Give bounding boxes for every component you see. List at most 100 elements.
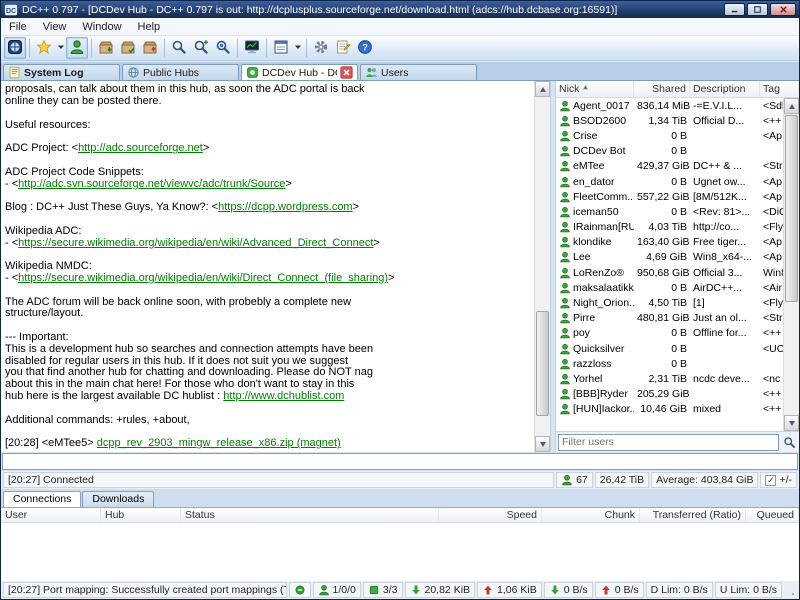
transfer-tab-connections[interactable]: Connections bbox=[3, 491, 82, 507]
public-hubs-icon bbox=[7, 39, 23, 58]
user-row[interactable]: DCDev Bot 0 B bbox=[556, 144, 783, 159]
scroll-thumb[interactable] bbox=[536, 310, 549, 416]
close-button[interactable] bbox=[770, 3, 796, 16]
chat-link[interactable]: https://secure.wikimedia.org/wikipedia/e… bbox=[18, 238, 373, 249]
finished-uploads-button[interactable] bbox=[139, 37, 161, 59]
chat-line: structure/layout. bbox=[5, 308, 532, 320]
tab-users[interactable]: Users bbox=[360, 64, 477, 80]
search-button[interactable] bbox=[168, 37, 190, 59]
menu-view[interactable]: View bbox=[35, 19, 75, 35]
transfers-header-chunk[interactable]: Chunk bbox=[542, 508, 640, 522]
notepad-button[interactable] bbox=[332, 37, 354, 59]
scroll-up-button[interactable] bbox=[784, 98, 799, 114]
user-row[interactable]: Agent_0017 836,14 MiB -=E.V.I.L... <Sdl bbox=[556, 98, 783, 113]
user-row[interactable]: Lee 4,69 GiB Win8_x64-... <Ap bbox=[556, 250, 783, 265]
user-row[interactable]: Night_Orion... 4,50 TiB [1] <Fly bbox=[556, 295, 783, 310]
close-icon[interactable] bbox=[340, 66, 353, 79]
user-row[interactable]: [HUN]Iackor... 10,46 GiB mixed <++ bbox=[556, 402, 783, 417]
favorite-hubs-button[interactable] bbox=[33, 37, 55, 59]
transfers-header-transferred-ratio[interactable]: Transferred (Ratio) bbox=[640, 508, 746, 522]
chat-line: [20:28] <eMTee5> dcpp_rev_2903_mingw_rel… bbox=[5, 438, 532, 450]
user-description: Official D... bbox=[693, 114, 745, 127]
user-description: [1] bbox=[693, 297, 705, 310]
user-row[interactable]: eMTee 429,37 GiB DC++ & ... <Str bbox=[556, 159, 783, 174]
userlist-header-description[interactable]: Description bbox=[690, 81, 760, 97]
user-row[interactable]: LoRenZo® 950,68 GiBOfficial 3... Win8 bbox=[556, 265, 783, 280]
favorite-users-button[interactable] bbox=[66, 37, 88, 59]
transfers-header-hub[interactable]: Hub bbox=[101, 508, 181, 522]
user-row[interactable]: iceman50 0 B <Rev: 81>... <DiC bbox=[556, 204, 783, 219]
finished-downloads-button[interactable] bbox=[117, 37, 139, 59]
whats-this-button[interactable]: ? bbox=[354, 37, 376, 59]
user-row[interactable]: Crise 0 B <Ap bbox=[556, 128, 783, 143]
chat-link[interactable]: dcpp_rev_2903_mingw_release_x86.zip (mag… bbox=[97, 438, 341, 449]
chat-message-input[interactable] bbox=[2, 453, 798, 470]
user-row[interactable]: poy 0 B Offline for... <++ bbox=[556, 326, 783, 341]
scroll-thumb[interactable] bbox=[785, 115, 798, 302]
userlist-panel: Nick Shared Description Tag Agent_0017 836,1… bbox=[555, 81, 799, 452]
title-bar[interactable]: DC DC++ 0.797 - [DCDev Hub - DC++ 0.797 … bbox=[1, 1, 799, 18]
user-row[interactable]: [BBB]Ryder 205,29 GiB <++ bbox=[556, 387, 783, 402]
tab-system-log[interactable]: System Log bbox=[3, 64, 120, 80]
menu-help[interactable]: Help bbox=[130, 19, 169, 35]
chat-link[interactable]: http://adc.svn.sourceforge.net/viewvc/ad… bbox=[18, 179, 285, 190]
scroll-up-button[interactable] bbox=[535, 81, 550, 97]
transfers-header-queued[interactable]: Queued bbox=[746, 508, 799, 522]
scroll-track[interactable] bbox=[784, 114, 799, 415]
chat-text: This is a development hub so searches an… bbox=[5, 343, 374, 355]
search-icon[interactable] bbox=[781, 436, 797, 449]
network-statistics-button[interactable] bbox=[241, 37, 263, 59]
maximize-button[interactable] bbox=[747, 3, 768, 16]
scroll-down-button[interactable] bbox=[784, 415, 799, 431]
minimize-button[interactable] bbox=[724, 3, 745, 16]
scroll-track[interactable] bbox=[535, 97, 550, 436]
resize-grip[interactable] bbox=[784, 582, 797, 598]
chat-scrollbar[interactable] bbox=[534, 81, 550, 452]
chat-area[interactable]: proposals, can talk about them in this h… bbox=[1, 81, 534, 452]
transfers-list[interactable] bbox=[1, 523, 799, 581]
show-joins-toggle[interactable]: ✓ +/- bbox=[760, 472, 797, 488]
transfers-header-status[interactable]: Status bbox=[181, 508, 439, 522]
download-queue-button[interactable] bbox=[95, 37, 117, 59]
chat-text: [20:28] <eMTee5> bbox=[5, 438, 97, 450]
favorite-hubs-dropdown-button[interactable] bbox=[55, 37, 66, 59]
user-row[interactable]: FleetComm... 557,22 GiB [8M/512K... <Ap bbox=[556, 189, 783, 204]
search-spy-button[interactable] bbox=[212, 37, 234, 59]
open-file-list-dropdown-button[interactable] bbox=[292, 37, 303, 59]
menu-file[interactable]: File bbox=[1, 19, 35, 35]
open-file-list-button[interactable] bbox=[270, 37, 292, 59]
scroll-down-button[interactable] bbox=[535, 436, 550, 452]
toolbar-separator bbox=[266, 39, 267, 57]
transfer-tab-downloads[interactable]: Downloads bbox=[82, 491, 155, 507]
checkbox-icon[interactable]: ✓ bbox=[765, 474, 777, 486]
user-icon bbox=[559, 160, 571, 172]
transfers-header-user[interactable]: User bbox=[1, 508, 101, 522]
chat-link[interactable]: http://www.dchublist.com bbox=[223, 391, 344, 402]
user-row[interactable]: IRainman[RU] 4,03 TiB http://co... <Fly bbox=[556, 220, 783, 235]
chat-link[interactable]: https://dcpp.wordpress.com bbox=[218, 202, 353, 213]
chat-link[interactable]: http://adc.sourceforge.net bbox=[78, 143, 203, 154]
chat-link[interactable]: https://secure.wikimedia.org/wikipedia/e… bbox=[18, 273, 388, 284]
userlist-header-shared[interactable]: Shared bbox=[634, 81, 690, 97]
tab-dcdev-hub-dc[interactable]: DCDev Hub - DC... bbox=[241, 64, 358, 80]
filter-users-input[interactable] bbox=[558, 433, 779, 451]
tab-public-hubs[interactable]: Public Hubs bbox=[122, 64, 239, 80]
menu-window[interactable]: Window bbox=[74, 19, 129, 35]
user-tag: <Ap bbox=[763, 129, 782, 142]
userlist-header-nick[interactable]: Nick bbox=[556, 81, 634, 97]
userlist[interactable]: Agent_0017 836,14 MiB -=E.V.I.L... <Sdl BSOD… bbox=[556, 98, 783, 431]
user-row[interactable]: klondike 163,40 GiB Free tiger... <Ap bbox=[556, 235, 783, 250]
user-row[interactable]: Pirre 480,81 GiB Just an ol... <Str bbox=[556, 311, 783, 326]
user-row[interactable]: BSOD2600 1,34 TiB Official D... <++ bbox=[556, 113, 783, 128]
settings-button[interactable] bbox=[310, 37, 332, 59]
transfers-header-speed[interactable]: Speed bbox=[439, 508, 542, 522]
public-hubs-button[interactable] bbox=[4, 37, 26, 59]
user-row[interactable]: maksalaatikko 0 B AirDC++... <Air bbox=[556, 280, 783, 295]
user-row[interactable]: Yorhel 2,31 TiB ncdc deve... <nc bbox=[556, 371, 783, 386]
user-row[interactable]: Quicksilver 0 B <UC bbox=[556, 341, 783, 356]
userlist-scrollbar[interactable] bbox=[783, 98, 799, 431]
user-row[interactable]: razzloss 0 B bbox=[556, 356, 783, 371]
adl-search-button[interactable] bbox=[190, 37, 212, 59]
user-row[interactable]: en_dator 0 B Ugnet ow... <Ap bbox=[556, 174, 783, 189]
userlist-header-tag[interactable]: Tag bbox=[760, 81, 799, 97]
